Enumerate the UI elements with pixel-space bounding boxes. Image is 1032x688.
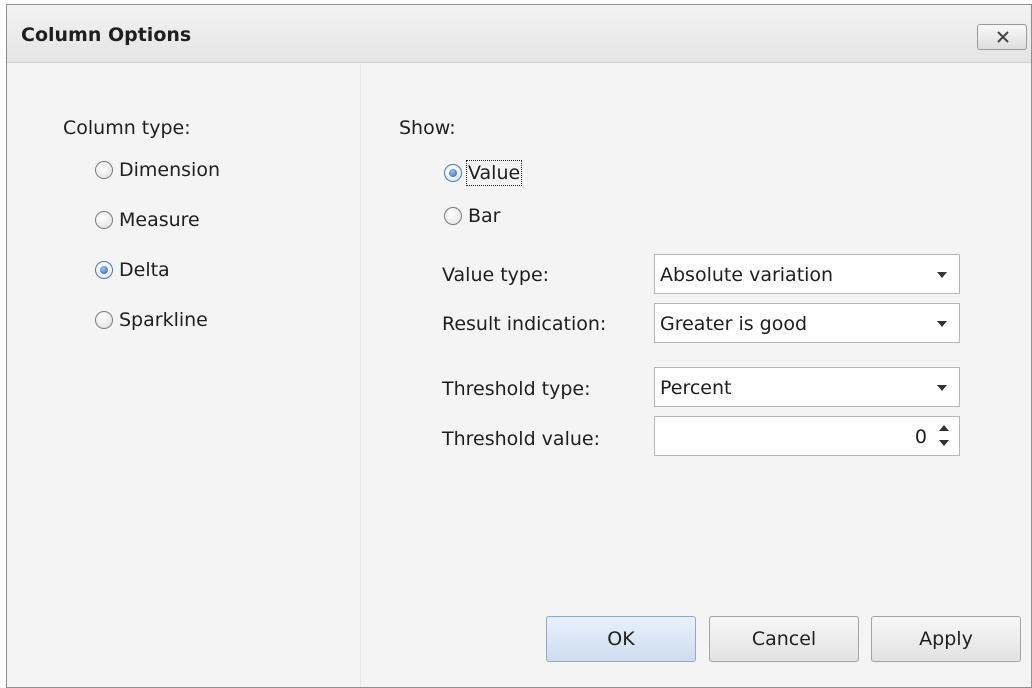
chevron-down-icon[interactable] — [937, 385, 947, 391]
apply-button[interactable]: Apply — [871, 616, 1021, 662]
threshold-type-dropdown[interactable]: Percent — [654, 367, 960, 407]
radio-sparkline-circle[interactable] — [95, 311, 113, 329]
threshold-type-label: Threshold type: — [442, 378, 591, 400]
radio-measure[interactable]: Measure — [95, 209, 200, 231]
radio-show-bar-label: Bar — [468, 205, 501, 227]
radio-show-value-label: Value — [465, 160, 523, 186]
threshold-value-spinner[interactable]: 0 — [654, 416, 960, 456]
threshold-value-input[interactable]: 0 — [915, 426, 927, 448]
spin-down-icon[interactable] — [939, 440, 949, 446]
radio-show-value-circle[interactable] — [444, 164, 462, 182]
radio-delta-label: Delta — [119, 259, 170, 281]
cancel-button[interactable]: Cancel — [709, 616, 859, 662]
value-type-dropdown[interactable]: Absolute variation — [654, 254, 960, 294]
chevron-down-icon[interactable] — [937, 272, 947, 278]
radio-show-bar[interactable]: Bar — [444, 205, 501, 227]
column-type-label: Column type: — [63, 117, 191, 139]
radio-measure-circle[interactable] — [95, 211, 113, 229]
title-bar[interactable]: Column Options — [7, 5, 1031, 63]
result-indication-value: Greater is good — [660, 313, 808, 335]
radio-show-bar-circle[interactable] — [444, 207, 462, 225]
close-x-icon — [997, 31, 1009, 43]
result-indication-dropdown[interactable]: Greater is good — [654, 303, 960, 343]
radio-delta-circle[interactable] — [95, 261, 113, 279]
threshold-value-label: Threshold value: — [442, 428, 600, 450]
radio-dimension-label: Dimension — [119, 159, 220, 181]
value-type-label: Value type: — [442, 264, 550, 286]
ok-button[interactable]: OK — [546, 616, 696, 662]
dialog-title: Column Options — [21, 24, 192, 46]
close-button[interactable] — [977, 24, 1027, 50]
chevron-down-icon[interactable] — [937, 321, 947, 327]
result-indication-label: Result indication: — [442, 313, 607, 335]
column-type-panel: Column type: Dimension Measure Delta Spa… — [7, 64, 359, 687]
spin-up-icon[interactable] — [939, 425, 949, 431]
threshold-type-value: Percent — [660, 377, 732, 399]
radio-show-value[interactable]: Value — [444, 160, 523, 186]
radio-dimension-circle[interactable] — [95, 161, 113, 179]
column-options-dialog: Column Options Column type: Dimension Me… — [6, 4, 1032, 688]
show-label: Show: — [399, 117, 456, 139]
radio-sparkline[interactable]: Sparkline — [95, 309, 208, 331]
delta-options-panel: Show: Value Bar Value type: Absolute var… — [362, 64, 1031, 687]
radio-measure-label: Measure — [119, 209, 200, 231]
radio-sparkline-label: Sparkline — [119, 309, 208, 331]
radio-delta[interactable]: Delta — [95, 259, 170, 281]
value-type-value: Absolute variation — [660, 264, 834, 286]
radio-dimension[interactable]: Dimension — [95, 159, 220, 181]
panel-divider — [360, 64, 361, 687]
